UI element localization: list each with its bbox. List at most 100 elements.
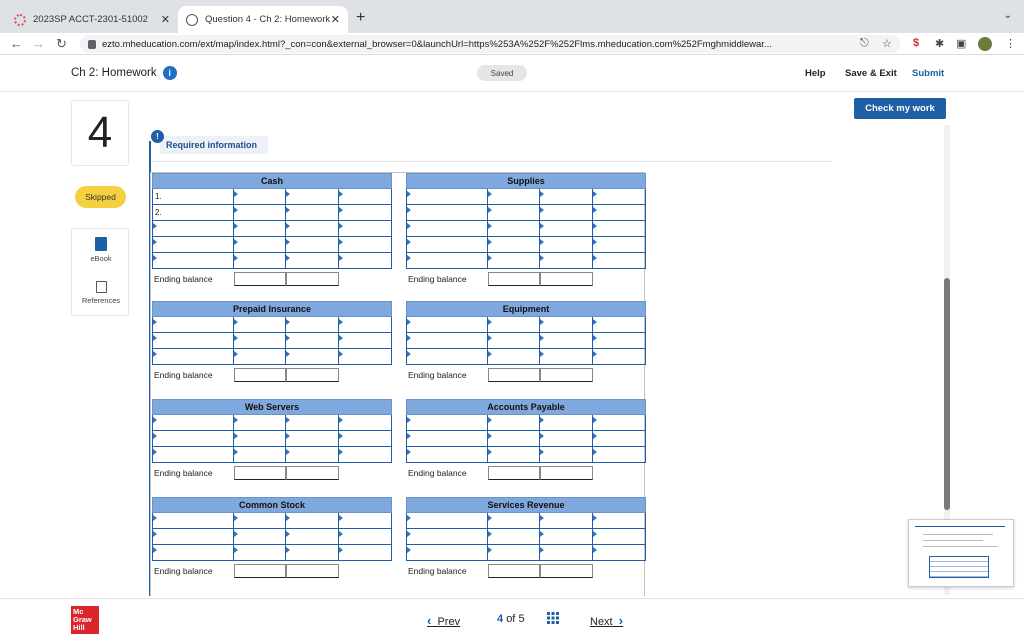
browser-tab-question[interactable]: Question 4 - Ch 2: Homework ✕ — [178, 6, 348, 33]
ending-balance-debit-input[interactable] — [488, 368, 540, 382]
transaction-select[interactable] — [152, 333, 234, 349]
credit-amount-input[interactable] — [339, 349, 392, 365]
question-grid-icon[interactable] — [547, 612, 559, 624]
credit-amount-input[interactable] — [339, 237, 392, 253]
share-icon[interactable]: ⎋ — [860, 37, 869, 50]
profile-avatar[interactable] — [978, 37, 992, 51]
ending-balance-credit-input[interactable] — [540, 368, 593, 382]
credit-amount-input[interactable] — [593, 529, 646, 545]
transaction-select[interactable] — [406, 431, 488, 447]
submit-link[interactable]: Submit — [912, 68, 944, 79]
sidepanel-icon[interactable]: ▣ — [956, 37, 966, 50]
transaction-select[interactable] — [406, 415, 488, 431]
credit-amount-input[interactable] — [593, 513, 646, 529]
credit-transaction-select[interactable] — [286, 333, 339, 349]
ending-balance-credit-input[interactable] — [540, 466, 593, 480]
ending-balance-credit-input[interactable] — [540, 272, 593, 286]
credit-transaction-select[interactable] — [540, 415, 593, 431]
credit-amount-input[interactable] — [593, 189, 646, 205]
transaction-select[interactable] — [152, 317, 234, 333]
ending-balance-debit-input[interactable] — [234, 368, 286, 382]
debit-amount-input[interactable] — [488, 431, 540, 447]
credit-transaction-select[interactable] — [286, 349, 339, 365]
ending-balance-credit-input[interactable] — [286, 368, 339, 382]
debit-amount-input[interactable] — [488, 317, 540, 333]
credit-amount-input[interactable] — [593, 237, 646, 253]
ending-balance-debit-input[interactable] — [488, 564, 540, 578]
required-information-toggle[interactable]: Required information — [160, 136, 268, 154]
credit-transaction-select[interactable] — [540, 189, 593, 205]
transaction-select[interactable] — [152, 513, 234, 529]
debit-amount-input[interactable] — [234, 431, 286, 447]
credit-transaction-select[interactable] — [286, 447, 339, 463]
references-button[interactable]: References — [72, 281, 130, 305]
prev-button[interactable]: ‹ Prev — [427, 613, 460, 628]
credit-transaction-select[interactable] — [540, 431, 593, 447]
credit-transaction-select[interactable] — [286, 221, 339, 237]
transaction-select[interactable] — [406, 317, 488, 333]
transaction-select[interactable] — [406, 529, 488, 545]
debit-amount-input[interactable] — [234, 237, 286, 253]
transaction-select[interactable] — [406, 205, 488, 221]
transaction-select[interactable] — [152, 237, 234, 253]
save-exit-link[interactable]: Save & Exit — [845, 68, 897, 79]
vertical-scrollbar-thumb[interactable] — [944, 278, 950, 510]
credit-transaction-select[interactable] — [286, 545, 339, 561]
debit-amount-input[interactable] — [488, 447, 540, 463]
back-arrow-icon[interactable]: ← — [10, 36, 23, 51]
debit-amount-input[interactable] — [234, 415, 286, 431]
extension-icon[interactable]: $ — [913, 37, 919, 49]
credit-transaction-select[interactable] — [286, 205, 339, 221]
transaction-select[interactable] — [406, 221, 488, 237]
credit-amount-input[interactable] — [339, 205, 392, 221]
check-my-work-button[interactable]: Check my work — [854, 98, 946, 119]
credit-transaction-select[interactable] — [286, 529, 339, 545]
transaction-select[interactable] — [152, 221, 234, 237]
transaction-select[interactable] — [152, 545, 234, 561]
debit-amount-input[interactable] — [234, 317, 286, 333]
debit-amount-input[interactable] — [488, 205, 540, 221]
debit-amount-input[interactable] — [488, 545, 540, 561]
transaction-select[interactable] — [406, 545, 488, 561]
debit-amount-input[interactable] — [234, 545, 286, 561]
transaction-select[interactable] — [152, 415, 234, 431]
credit-transaction-select[interactable] — [540, 349, 593, 365]
debit-amount-input[interactable] — [234, 253, 286, 269]
credit-amount-input[interactable] — [339, 529, 392, 545]
transaction-select[interactable] — [152, 447, 234, 463]
puzzle-extension-icon[interactable]: ✱ — [935, 37, 944, 50]
credit-amount-input[interactable] — [593, 349, 646, 365]
debit-amount-input[interactable] — [234, 189, 286, 205]
credit-amount-input[interactable] — [593, 205, 646, 221]
credit-amount-input[interactable] — [339, 253, 392, 269]
url-field[interactable]: ezto.mheducation.com/ext/map/index.html?… — [80, 35, 900, 53]
credit-transaction-select[interactable] — [286, 189, 339, 205]
credit-transaction-select[interactable] — [286, 513, 339, 529]
debit-amount-input[interactable] — [488, 221, 540, 237]
credit-transaction-select[interactable] — [286, 237, 339, 253]
credit-transaction-select[interactable] — [540, 221, 593, 237]
credit-transaction-select[interactable] — [286, 253, 339, 269]
ending-balance-credit-input[interactable] — [286, 272, 339, 286]
debit-amount-input[interactable] — [488, 349, 540, 365]
credit-amount-input[interactable] — [593, 333, 646, 349]
transaction-select[interactable] — [406, 447, 488, 463]
credit-amount-input[interactable] — [339, 317, 392, 333]
credit-transaction-select[interactable] — [540, 333, 593, 349]
transaction-select[interactable] — [152, 253, 234, 269]
debit-amount-input[interactable] — [234, 333, 286, 349]
credit-transaction-select[interactable] — [540, 447, 593, 463]
credit-transaction-select[interactable] — [540, 253, 593, 269]
ending-balance-debit-input[interactable] — [488, 466, 540, 480]
debit-amount-input[interactable] — [234, 447, 286, 463]
debit-amount-input[interactable] — [234, 221, 286, 237]
ending-balance-credit-input[interactable] — [540, 564, 593, 578]
close-tab-icon[interactable]: ✕ — [161, 13, 170, 26]
debit-amount-input[interactable] — [488, 513, 540, 529]
ending-balance-debit-input[interactable] — [234, 564, 286, 578]
credit-amount-input[interactable] — [339, 221, 392, 237]
debit-amount-input[interactable] — [234, 349, 286, 365]
credit-transaction-select[interactable] — [286, 431, 339, 447]
credit-amount-input[interactable] — [593, 253, 646, 269]
tab-search-icon[interactable]: ⌄ — [1004, 10, 1012, 21]
